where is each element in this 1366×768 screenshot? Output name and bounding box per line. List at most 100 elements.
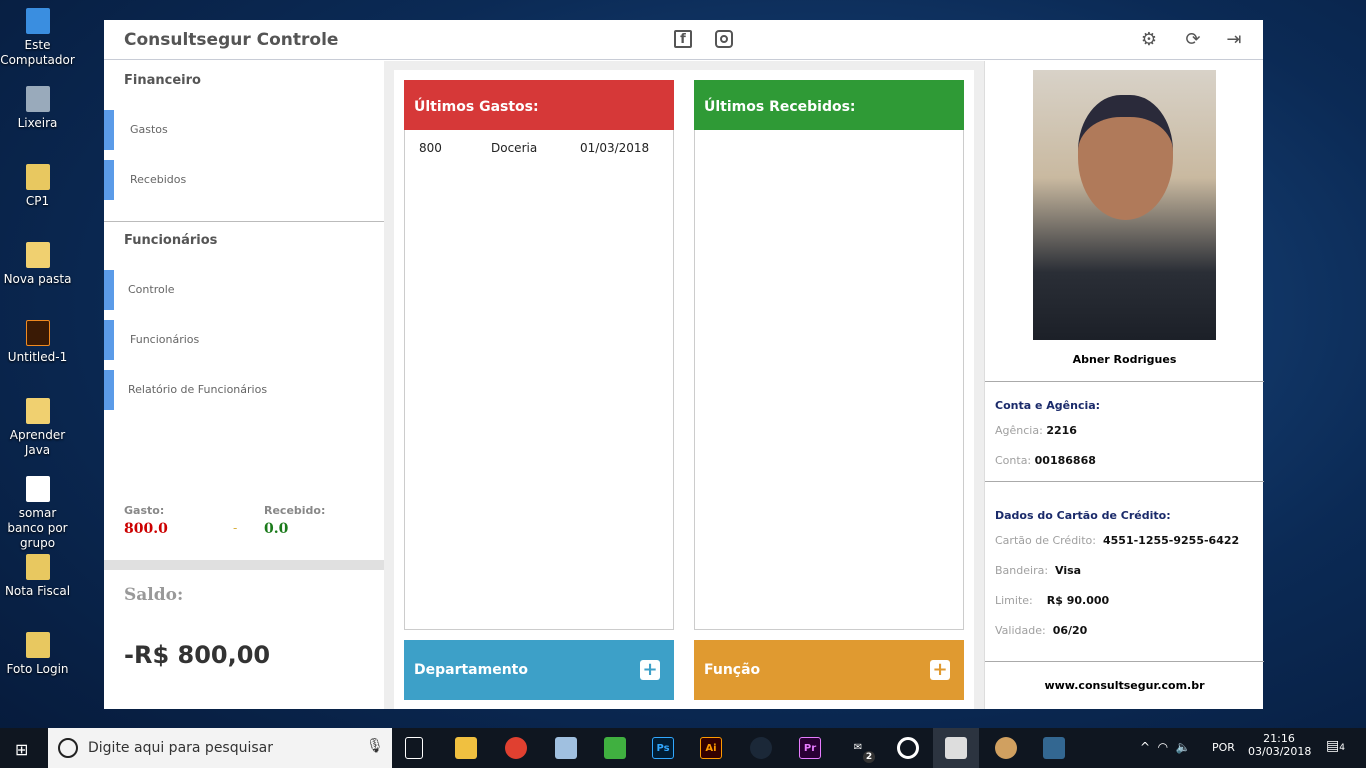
postgres-icon[interactable] bbox=[1043, 737, 1065, 759]
valor: 800 bbox=[419, 141, 442, 155]
steam-icon[interactable] bbox=[750, 737, 772, 759]
website-link[interactable]: www.consultsegur.com.br bbox=[985, 679, 1264, 692]
validade-row: Validade: 06/20 bbox=[995, 624, 1087, 637]
bandeira-row: Bandeira: Visa bbox=[995, 564, 1081, 577]
chrome-icon[interactable] bbox=[505, 737, 527, 759]
agencia-row: Agência: 2216 bbox=[995, 424, 1077, 437]
section-financeiro: Financeiro bbox=[124, 73, 201, 88]
list-item[interactable]: 800 Doceria 01/03/2018 bbox=[405, 129, 673, 165]
plus-icon: + bbox=[930, 660, 950, 680]
notification-count: 4 bbox=[1339, 743, 1345, 753]
divider-band bbox=[104, 560, 384, 570]
windows-start-icon[interactable]: ⊞ bbox=[15, 740, 28, 759]
illustrator-icon[interactable]: Ai bbox=[700, 737, 722, 759]
desktop-icon-recycle[interactable]: Lixeira bbox=[0, 86, 75, 131]
divider bbox=[104, 221, 384, 222]
plus-icon: + bbox=[640, 660, 660, 680]
desktop-icon-computer[interactable]: Este Computador bbox=[0, 8, 75, 68]
label: Lixeira bbox=[17, 116, 58, 130]
value: R$ 90.000 bbox=[1046, 594, 1110, 607]
header: Consultsegur Controle f ⚙ ⟳ ⇥ bbox=[104, 20, 1263, 60]
label: Bandeira: bbox=[995, 564, 1049, 577]
refresh-icon[interactable]: ⟳ bbox=[1183, 30, 1203, 50]
desktop-icon-cp1[interactable]: CP1 bbox=[0, 164, 75, 209]
search-placeholder: Digite aqui para pesquisar bbox=[88, 740, 274, 756]
label: Gastos bbox=[130, 123, 168, 136]
card-title: Últimos Recebidos: bbox=[694, 80, 964, 130]
label: somar banco por grupo bbox=[7, 506, 68, 550]
label: Este Computador bbox=[0, 38, 75, 67]
app-icon[interactable] bbox=[555, 737, 577, 759]
tray-icons[interactable]: ^ ◠ 🔈 bbox=[1140, 740, 1191, 754]
label: Funcionários bbox=[130, 333, 200, 346]
label: Agência: bbox=[995, 424, 1043, 437]
separator: - bbox=[233, 521, 238, 535]
file-explorer-icon[interactable] bbox=[455, 737, 477, 759]
microphone-icon[interactable]: 🎙 bbox=[366, 738, 384, 754]
gasto-label: Gasto: bbox=[124, 504, 165, 517]
label: Validade: bbox=[995, 624, 1046, 637]
value: 00186868 bbox=[1034, 454, 1096, 467]
ultimos-recebidos-card: Últimos Recebidos: bbox=[694, 80, 964, 630]
label: Função bbox=[704, 662, 761, 678]
label: Departamento bbox=[414, 662, 528, 678]
settings-icon[interactable]: ⚙ bbox=[1139, 30, 1159, 50]
sidebar-item-controle[interactable]: Controle bbox=[104, 270, 384, 310]
value: 4551-1255-9255-6422 bbox=[1103, 534, 1240, 547]
sidebar-item-recebidos[interactable]: Recebidos bbox=[104, 160, 384, 200]
active-app[interactable] bbox=[933, 728, 979, 768]
saldo-label: Saldo: bbox=[124, 585, 184, 605]
notifications-icon[interactable]: ▤4 bbox=[1326, 738, 1345, 754]
recebido-label: Recebido: bbox=[264, 504, 326, 517]
label: Conta: bbox=[995, 454, 1032, 467]
desktop-icon-java[interactable]: Aprender Java bbox=[0, 398, 75, 458]
desktop-icon-nota[interactable]: Nota Fiscal bbox=[0, 554, 75, 599]
instagram-icon[interactable] bbox=[715, 30, 733, 48]
saldo-value: -R$ 800,00 bbox=[124, 641, 271, 669]
facebook-icon[interactable]: f bbox=[674, 30, 692, 48]
sidebar-item-gastos[interactable]: Gastos bbox=[104, 110, 384, 150]
cartao-title: Dados do Cartão de Crédito: bbox=[995, 509, 1171, 522]
descricao: Doceria bbox=[491, 141, 538, 155]
media-icon[interactable] bbox=[897, 737, 919, 759]
language-indicator[interactable]: POR bbox=[1212, 741, 1235, 754]
sidebar: Financeiro Gastos Recebidos Funcionários… bbox=[104, 61, 384, 709]
conta-row: Conta: 00186868 bbox=[995, 454, 1096, 467]
main-content: Últimos Gastos: 800 Doceria 01/03/2018 Ú… bbox=[384, 61, 984, 709]
label: Relatório de Funcionários bbox=[128, 383, 268, 396]
label: Nova pasta bbox=[3, 272, 72, 286]
sidebar-item-relatorio[interactable]: Relatório de Funcionários bbox=[104, 370, 384, 410]
label: Cartão de Crédito: bbox=[995, 534, 1096, 547]
search-box[interactable]: Digite aqui para pesquisar 🎙 bbox=[48, 728, 392, 768]
android-icon[interactable] bbox=[604, 737, 626, 759]
app-title: Consultsegur Controle bbox=[124, 30, 339, 50]
recebido-value: 0.0 bbox=[264, 521, 289, 537]
value: Visa bbox=[1055, 564, 1082, 577]
label: Aprender Java bbox=[9, 428, 66, 457]
label: Nota Fiscal bbox=[4, 584, 71, 598]
sidebar-item-funcionarios[interactable]: Funcionários bbox=[104, 320, 384, 360]
profile-name: Abner Rodrigues bbox=[1072, 353, 1177, 366]
photoshop-icon[interactable]: Ps bbox=[652, 737, 674, 759]
ultimos-gastos-card: Últimos Gastos: 800 Doceria 01/03/2018 bbox=[404, 80, 674, 630]
value: 06/20 bbox=[1052, 624, 1088, 637]
desktop-icon-folder[interactable]: Nova pasta bbox=[0, 242, 75, 287]
clock[interactable]: 21:16 03/03/2018 bbox=[1248, 732, 1312, 758]
task-view-icon[interactable] bbox=[405, 737, 423, 759]
mail-icon[interactable]: ✉ 2 bbox=[847, 737, 875, 763]
desktop-icon-doc[interactable]: somar banco por grupo bbox=[0, 476, 75, 551]
label: Recebidos bbox=[130, 173, 187, 186]
logout-icon[interactable]: ⇥ bbox=[1224, 30, 1244, 50]
desktop-icon-foto[interactable]: Foto Login bbox=[0, 632, 75, 677]
paint-icon[interactable] bbox=[995, 737, 1017, 759]
premiere-icon[interactable]: Pr bbox=[799, 737, 821, 759]
value: 2216 bbox=[1046, 424, 1077, 437]
taskbar: ⊞ Digite aqui para pesquisar 🎙 Ps Ai Pr … bbox=[0, 728, 1366, 768]
desktop-icon-ai[interactable]: Untitled-1 bbox=[0, 320, 75, 365]
time: 21:16 bbox=[1263, 732, 1295, 745]
departamento-button[interactable]: Departamento + bbox=[404, 640, 674, 700]
conta-title: Conta e Agência: bbox=[995, 399, 1101, 412]
funcao-button[interactable]: Função + bbox=[694, 640, 964, 700]
date: 03/03/2018 bbox=[1248, 745, 1312, 758]
mail-badge: 2 bbox=[863, 751, 875, 763]
